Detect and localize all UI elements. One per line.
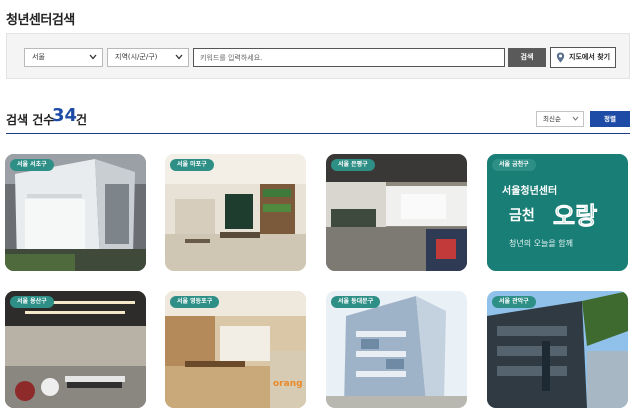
center-card[interactable]: orang 서울 영등포구 [165,291,306,408]
center-card[interactable]: 서울청년센터 금천 오랑 청년의 오늘을 함께 서울 금천구 [487,154,628,271]
sign-script: orang [273,379,303,389]
district-badge: 서울 마포구 [170,159,214,171]
chevron-down-icon [572,116,579,121]
sign-tagline: 청년의 오늘을 함께 [509,238,573,248]
sort-button[interactable]: 정렬 [590,111,630,127]
center-card[interactable]: 서울 은평구 [326,154,467,271]
district-badge: 서울 관악구 [492,296,536,308]
center-card[interactable]: 서울 마포구 [165,154,306,271]
search-button[interactable]: 검색 [508,48,546,67]
result-count-number: 34 [52,105,78,126]
district-select-value: 지역(시/군/구) [115,53,158,61]
district-select[interactable]: 지역(시/군/구) [107,48,189,67]
district-badge: 서울 금천구 [492,159,536,171]
result-count-bar: 검색 건수 34 건 최신순 정렬 [6,104,630,134]
map-pin-icon [556,52,565,63]
sign-script: 오랑 [553,202,597,230]
result-count-unit: 건 [76,113,88,127]
center-card[interactable]: 서울 용산구 [5,291,146,408]
district-badge: 서울 서초구 [10,159,54,171]
page-title: 청년센터검색 [6,13,75,28]
district-badge: 서울 은평구 [331,159,375,171]
keyword-input[interactable] [193,48,505,67]
center-photo [165,154,306,271]
result-count-label: 검색 건수 [6,113,55,127]
center-photo: 서울청년센터 금천 오랑 청년의 오늘을 함께 [487,154,628,271]
center-card[interactable]: 서울 관악구 [487,291,628,408]
sort-select-value: 최신순 [543,115,561,123]
chevron-down-icon [175,54,183,60]
sign-name: 금천 [509,208,535,224]
city-select-value: 서울 [32,53,45,61]
chevron-down-icon [89,54,97,60]
center-photo [5,291,146,408]
district-badge: 서울 동대문구 [331,296,381,308]
center-photo [326,154,467,271]
map-search-label: 지도에서 찾기 [569,53,611,61]
sort-select[interactable]: 최신순 [536,111,584,127]
center-card[interactable]: 서울 동대문구 [326,291,467,408]
sign-title: 서울청년센터 [502,184,557,197]
center-card[interactable]: 서울 서초구 [5,154,146,271]
map-search-button[interactable]: 지도에서 찾기 [550,47,616,68]
search-panel: 서울 지역(시/군/구) 검색 지도에서 찾기 [6,33,630,79]
city-select[interactable]: 서울 [24,48,103,67]
center-photo: orang [165,291,306,408]
center-photo [5,154,146,271]
district-badge: 서울 영등포구 [170,296,220,308]
center-photo [326,291,467,408]
center-photo [487,291,628,408]
district-badge: 서울 용산구 [10,296,54,308]
